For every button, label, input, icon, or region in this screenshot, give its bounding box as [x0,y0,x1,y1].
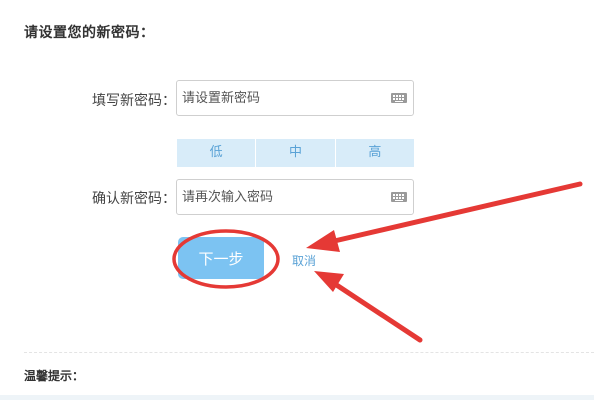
strength-high: 高 [368,145,382,160]
confirm-password-field[interactable] [182,180,382,214]
cancel-link[interactable]: 取消 [292,252,316,269]
strength-low: 低 [177,139,257,167]
tips-title: 温馨提示： [24,369,85,383]
next-step-button[interactable]: 下一步 [178,237,264,279]
page-title: 请设置您的新密码： [24,25,155,41]
divider [24,352,594,353]
strength-medium: 中 [256,139,336,167]
keyboard-icon[interactable] [391,192,407,202]
confirm-password-label: 确认新密码： [92,191,176,207]
new-password-field-wrapper [176,80,414,116]
new-password-field[interactable] [182,81,382,115]
confirm-password-field-wrapper [176,179,414,215]
arrow-lower [314,271,423,343]
keyboard-icon[interactable] [391,93,407,103]
bottom-strip [0,395,594,400]
new-password-label: 填写新密码： [92,93,176,109]
password-strength-meter: 低 中 高 [177,139,414,167]
